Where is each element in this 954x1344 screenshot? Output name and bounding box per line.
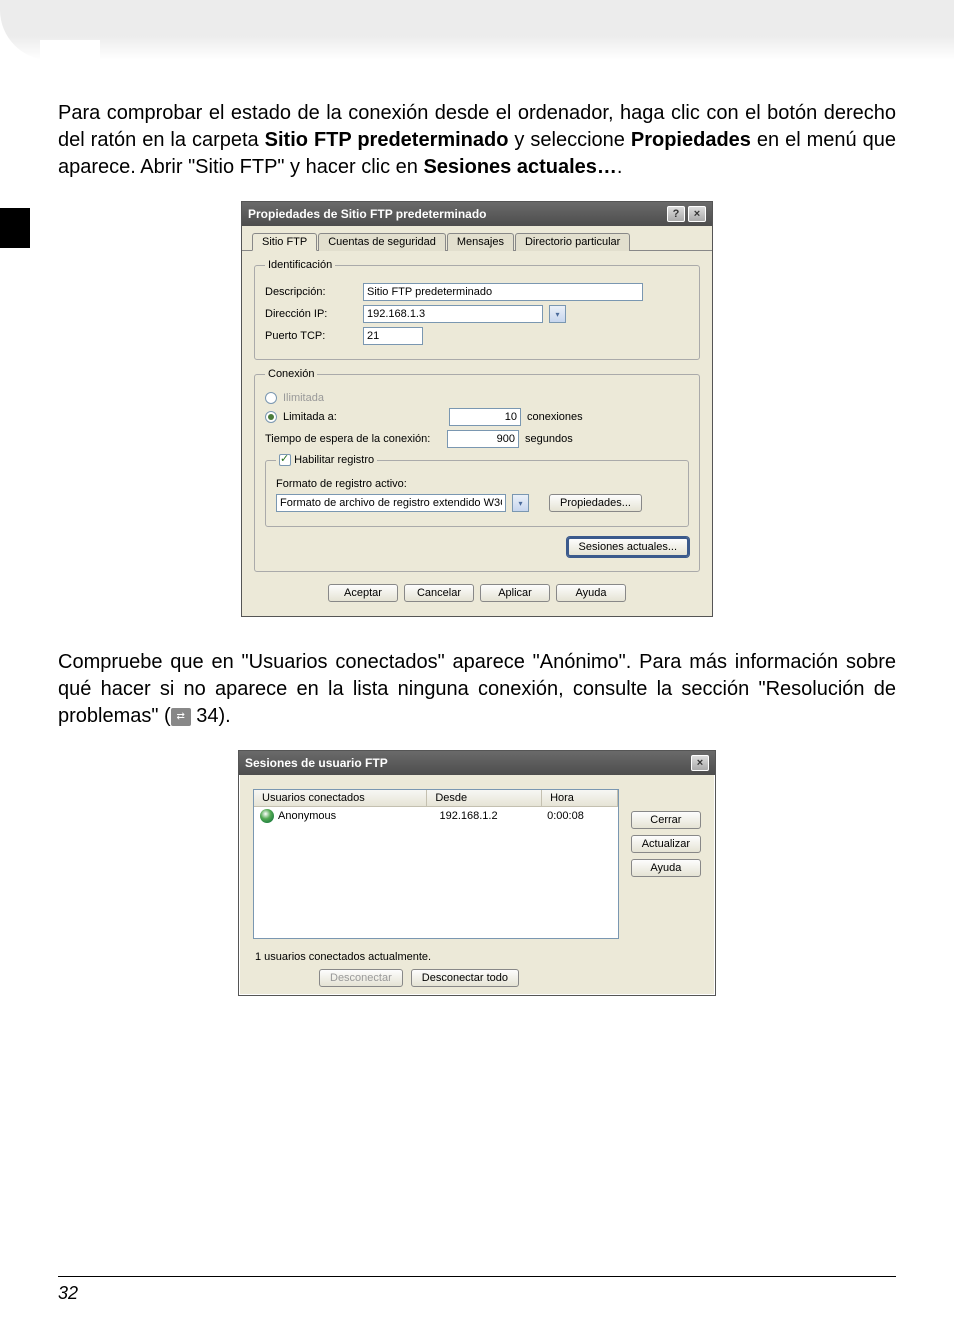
label-ilimitada: Ilimitada [283, 392, 324, 404]
aplicar-button[interactable]: Aplicar [480, 584, 550, 602]
user-icon [260, 809, 274, 823]
ayuda-button[interactable]: Ayuda [631, 859, 701, 877]
help-icon[interactable]: ? [667, 206, 685, 222]
bold-text: Sesiones actuales… [423, 156, 616, 178]
fieldset-registro: Habilitar registro Formato de registro a… [265, 454, 689, 527]
middle-paragraph: Compruebe que en "Usuarios conectados" a… [58, 649, 896, 730]
actualizar-button[interactable]: Actualizar [631, 835, 701, 853]
close-icon[interactable]: × [691, 755, 709, 771]
tab-mensajes[interactable]: Mensajes [447, 233, 514, 251]
tab-cuentas-seguridad[interactable]: Cuentas de seguridad [318, 233, 446, 251]
input-tiempo-espera[interactable] [447, 430, 519, 448]
desconectar-todo-button[interactable]: Desconectar todo [411, 969, 519, 987]
intro-paragraph: Para comprobar el estado de la conexión … [58, 100, 896, 181]
checkbox-habilitar-registro[interactable] [279, 454, 291, 466]
sesiones-actuales-button[interactable]: Sesiones actuales... [567, 537, 689, 557]
label-segundos: segundos [525, 433, 573, 445]
radio-limitada[interactable] [265, 411, 277, 423]
ftp-properties-dialog: Propiedades de Sitio FTP predeterminado … [241, 201, 713, 617]
page-header-gradient [0, 0, 954, 60]
label-descripcion: Descripción: [265, 286, 357, 298]
label-direccion-ip: Dirección IP: [265, 308, 357, 320]
page-ref-icon: ⇄ [171, 708, 191, 726]
text: . [617, 156, 623, 178]
select-formato-registro[interactable] [276, 494, 506, 512]
dialog-titlebar[interactable]: Sesiones de usuario FTP × [239, 751, 715, 775]
ayuda-button[interactable]: Ayuda [556, 584, 626, 602]
connected-users-list[interactable]: Usuarios conectados Desde Hora Anonymous… [253, 789, 619, 939]
radio-ilimitada[interactable] [265, 392, 277, 404]
footer-rule [58, 1276, 896, 1277]
dialog-title: Sesiones de usuario FTP [245, 756, 388, 770]
cerrar-button[interactable]: Cerrar [631, 811, 701, 829]
bold-text: Sitio FTP predeterminado [265, 129, 509, 151]
col-desde[interactable]: Desde [427, 790, 542, 806]
label-formato-activo: Formato de registro activo: [276, 478, 407, 490]
legend-identificacion: Identificación [265, 259, 335, 271]
list-header: Usuarios conectados Desde Hora [254, 790, 618, 807]
cell-user: Anonymous [278, 810, 439, 822]
col-usuarios[interactable]: Usuarios conectados [254, 790, 427, 806]
input-limitada-value[interactable] [449, 408, 521, 426]
dialog-titlebar[interactable]: Propiedades de Sitio FTP predeterminado … [242, 202, 712, 226]
label-habilitar-registro: Habilitar registro [294, 454, 374, 466]
status-text: 1 usuarios conectados actualmente. [239, 951, 715, 967]
input-puerto-tcp[interactable] [363, 327, 423, 345]
cell-time: 0:00:08 [547, 810, 612, 822]
page-ref-number: 34 [196, 705, 218, 727]
chevron-down-icon[interactable]: ▾ [512, 494, 529, 512]
label-limitada: Limitada a: [283, 411, 443, 423]
list-item[interactable]: Anonymous 192.168.1.2 0:00:08 [254, 807, 618, 825]
aceptar-button[interactable]: Aceptar [328, 584, 398, 602]
tabstrip: Sitio FTP Cuentas de seguridad Mensajes … [242, 226, 712, 251]
tab-sitio-ftp[interactable]: Sitio FTP [252, 233, 317, 251]
label-conexiones: conexiones [527, 411, 583, 423]
dialog-title: Propiedades de Sitio FTP predeterminado [248, 207, 487, 221]
label-tiempo-espera: Tiempo de espera de la conexión: [265, 433, 441, 445]
cell-from: 192.168.1.2 [439, 810, 547, 822]
desconectar-button[interactable]: Desconectar [319, 969, 403, 987]
legend-registro: Habilitar registro [276, 454, 377, 466]
cancelar-button[interactable]: Cancelar [404, 584, 474, 602]
input-direccion-ip[interactable] [363, 305, 543, 323]
legend-conexion: Conexión [265, 368, 317, 380]
input-descripcion[interactable] [363, 283, 643, 301]
fieldset-identificacion: Identificación Descripción: Dirección IP… [254, 259, 700, 360]
page-edge-tab [0, 208, 30, 248]
tab-directorio-particular[interactable]: Directorio particular [515, 233, 630, 251]
ftp-sessions-dialog: Sesiones de usuario FTP × Usuarios conec… [238, 750, 716, 996]
chevron-down-icon[interactable]: ▾ [549, 305, 566, 323]
close-icon[interactable]: × [688, 206, 706, 222]
propiedades-button[interactable]: Propiedades... [549, 494, 642, 512]
fieldset-conexion: Conexión Ilimitada Limitada a: conexione… [254, 368, 700, 572]
col-hora[interactable]: Hora [542, 790, 618, 806]
text: ). [219, 705, 231, 727]
page-number: 32 [58, 1283, 896, 1304]
text: y seleccione [508, 129, 630, 151]
bold-text: Propiedades [631, 129, 751, 151]
label-puerto-tcp: Puerto TCP: [265, 330, 357, 342]
